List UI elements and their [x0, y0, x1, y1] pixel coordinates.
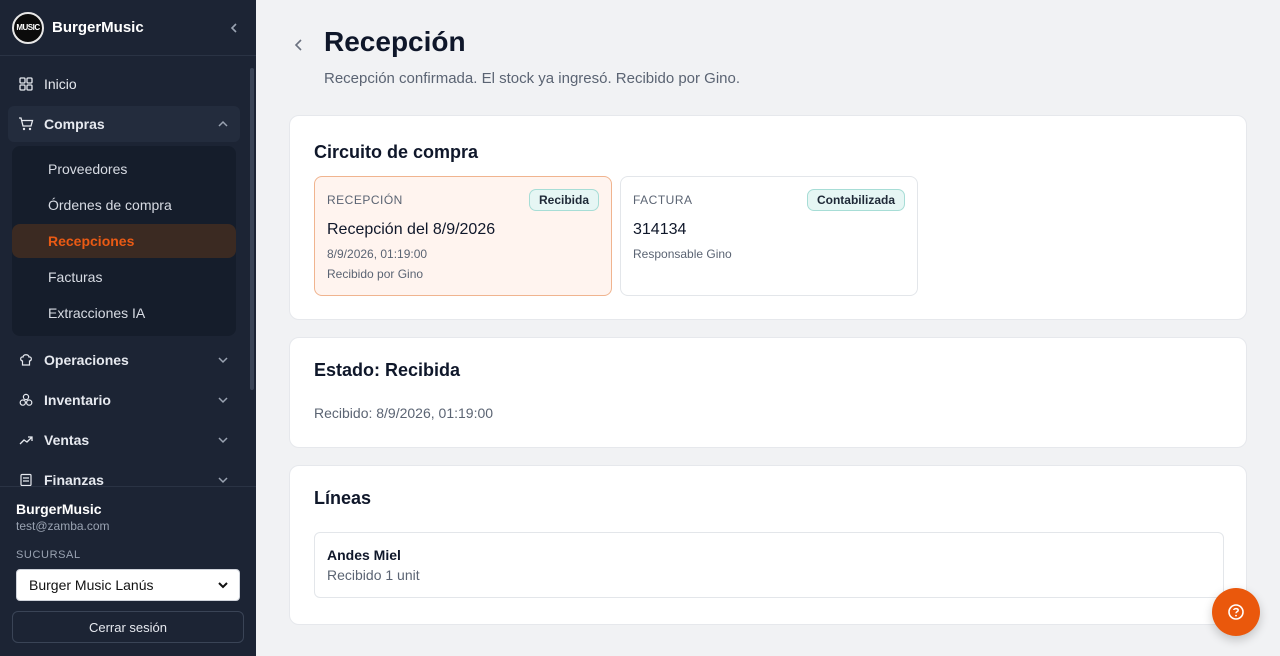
circuit-step-invoice[interactable]: FACTURA Contabilizada 314134 Responsable… — [620, 176, 918, 296]
main-content: Recepción Recepción confirmada. El stock… — [256, 0, 1280, 656]
compras-submenu: Proveedores Órdenes de compra Recepcione… — [12, 146, 236, 336]
receipt-icon — [18, 472, 34, 486]
status-card: Estado: Recibida Recibido: 8/9/2026, 01:… — [289, 337, 1247, 448]
sidebar-item-label: Compras — [44, 116, 105, 132]
brand-name: BurgerMusic — [52, 19, 144, 36]
purchase-circuit-card: Circuito de compra RECEPCIÓN Recibida Re… — [289, 115, 1247, 320]
branch-label: SUCURSAL — [16, 549, 81, 561]
sidebar-item-label: Ventas — [44, 432, 90, 448]
sidebar-item-label: Inventario — [44, 392, 111, 408]
sidebar-item-recepciones[interactable]: Recepciones — [12, 224, 236, 258]
sidebar-item-inicio[interactable]: Inicio — [8, 66, 240, 102]
branch-select[interactable]: Burger Music Lanús — [16, 569, 240, 601]
chevron-left-icon — [230, 22, 237, 33]
sidebar-item-ordenes-de-compra[interactable]: Órdenes de compra — [12, 188, 236, 222]
collapse-sidebar-button[interactable] — [224, 18, 244, 38]
chevron-down-icon — [218, 477, 228, 484]
back-button[interactable] — [290, 36, 308, 54]
sidebar-item-extracciones-ia[interactable]: Extracciones IA — [12, 296, 236, 330]
list-item: Andes Miel Recibido 1 unit — [314, 532, 1224, 598]
step-kind: RECEPCIÓN — [327, 193, 403, 207]
line-item-name: Andes Miel — [327, 547, 401, 563]
sidebar-item-label: Finanzas — [44, 472, 104, 486]
circuit-step-reception[interactable]: RECEPCIÓN Recibida Recepción del 8/9/202… — [314, 176, 612, 296]
sidebar-item-facturas[interactable]: Facturas — [12, 260, 236, 294]
status-badge: Recibida — [528, 189, 599, 211]
chef-hat-icon — [18, 352, 34, 368]
step-meta: Responsable Gino — [633, 247, 732, 261]
sidebar-footer: BurgerMusic test@zamba.com SUCURSAL Burg… — [0, 486, 256, 656]
step-kind: FACTURA — [633, 193, 693, 207]
boxes-icon — [18, 392, 34, 408]
sidebar-item-proveedores[interactable]: Proveedores — [12, 152, 236, 186]
sidebar-item-compras[interactable]: Compras — [8, 106, 240, 142]
sidebar-nav: Inicio Compras Proveedores Órdenes de co… — [0, 56, 248, 486]
branch-select-value: Burger Music Lanús — [29, 577, 154, 593]
line-item-quantity: Recibido 1 unit — [327, 567, 420, 583]
logout-button[interactable]: Cerrar sesión — [12, 611, 244, 643]
lines-card: Líneas Andes Miel Recibido 1 unit — [289, 465, 1247, 625]
cart-icon — [18, 116, 34, 132]
card-title: Líneas — [314, 488, 372, 508]
chevron-up-icon — [218, 120, 228, 127]
sidebar-item-finanzas[interactable]: Finanzas — [8, 462, 240, 486]
sidebar-item-label: Inicio — [44, 76, 77, 92]
chevron-down-icon — [218, 397, 228, 404]
brand-logo: MUSIC — [12, 11, 44, 44]
step-value: 314134 — [633, 221, 687, 238]
received-timestamp: Recibido: 8/9/2026, 01:19:00 — [314, 405, 494, 421]
step-meta: Recibido por Gino — [327, 267, 424, 281]
dashboard-icon — [18, 76, 34, 92]
step-meta: 8/9/2026, 01:19:00 — [327, 247, 428, 261]
sidebar-item-ventas[interactable]: Ventas — [8, 422, 240, 458]
sidebar-item-operaciones[interactable]: Operaciones — [8, 342, 240, 378]
chevron-down-icon — [218, 582, 228, 589]
card-title: Estado: Recibida — [314, 360, 461, 380]
page-subtitle: Recepción confirmada. El stock ya ingres… — [324, 70, 741, 87]
chevron-down-icon — [218, 357, 228, 364]
step-value: Recepción del 8/9/2026 — [327, 221, 496, 238]
help-button[interactable] — [1212, 588, 1260, 636]
trend-icon — [18, 432, 34, 448]
chevron-down-icon — [218, 437, 228, 444]
page-title: Recepción — [324, 26, 466, 57]
card-title: Circuito de compra — [314, 142, 479, 162]
sidebar-item-inventario[interactable]: Inventario — [8, 382, 240, 418]
help-icon — [1228, 604, 1244, 620]
sidebar-item-label: Operaciones — [44, 352, 129, 368]
brand-header: MUSIC BurgerMusic — [0, 0, 256, 56]
user-email: test@zamba.com — [16, 519, 110, 533]
sidebar: MUSIC BurgerMusic Inicio Compras Proveed… — [0, 0, 256, 656]
sidebar-scrollbar[interactable] — [250, 68, 254, 390]
business-name: BurgerMusic — [16, 501, 102, 517]
status-badge: Contabilizada — [806, 189, 905, 211]
chevron-left-icon — [294, 39, 302, 51]
